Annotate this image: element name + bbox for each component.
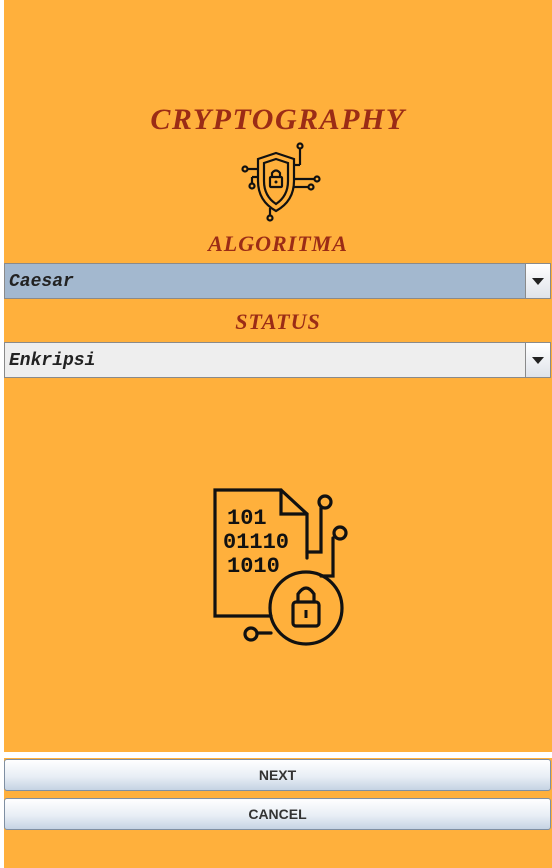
chevron-down-icon[interactable] [525,343,550,377]
algorithm-select[interactable]: Caesar [4,263,551,299]
chevron-down-icon[interactable] [525,264,550,298]
cancel-button[interactable]: CANCEL [4,798,551,830]
main-panel: CRYPTOGRAPHY ALGORITMA Caesar STATUS Enk… [4,0,552,752]
next-button[interactable]: NEXT [4,759,551,791]
status-select-value: Enkripsi [9,351,96,371]
binary-line-1: 101 [227,506,267,531]
algorithm-label: ALGORITMA [208,231,348,256]
status-label: STATUS [235,309,321,334]
status-select[interactable]: Enkripsi [4,342,551,378]
binary-line-3: 1010 [227,554,280,579]
binary-line-2: 01110 [223,530,289,555]
binary-file-lock-icon: 101 01110 1010 [213,488,348,646]
app-title: CRYPTOGRAPHY [150,103,406,136]
separator [4,752,552,758]
shield-lock-circuit-icon [241,142,321,222]
algorithm-select-value: Caesar [9,272,74,292]
